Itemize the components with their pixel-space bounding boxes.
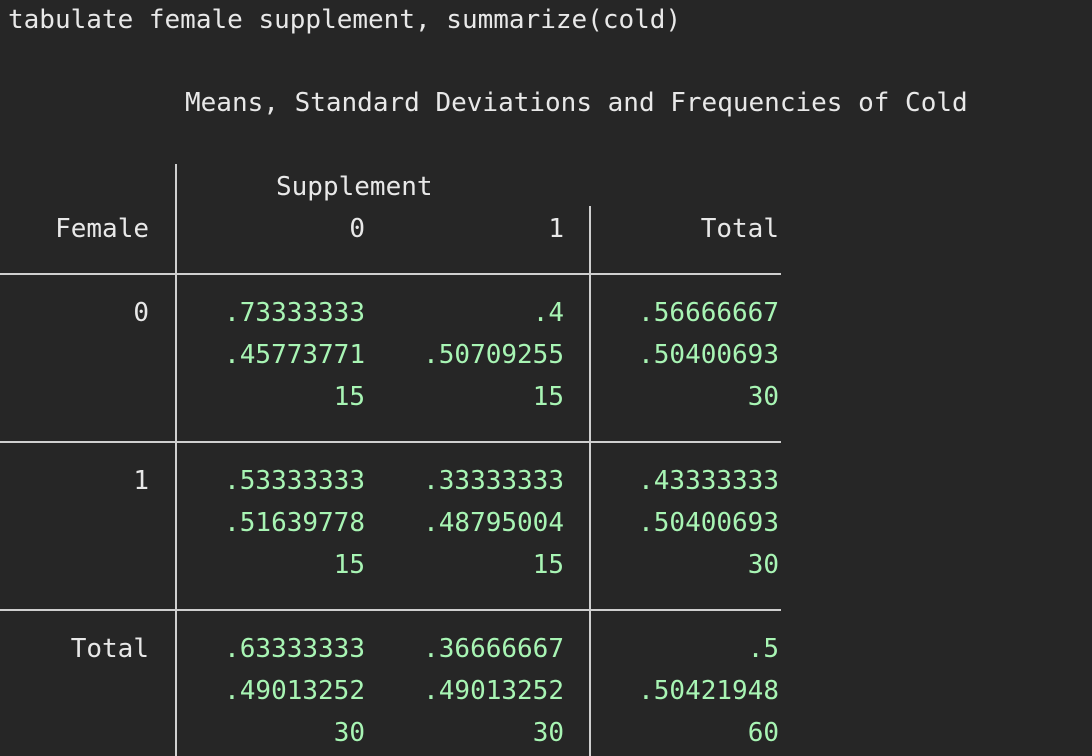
column-header-1: 1: [548, 214, 564, 244]
sd-cell: .50421948: [638, 676, 779, 706]
mean-cell: .5: [747, 634, 779, 664]
mean-cell: .36666667: [423, 634, 564, 664]
sd-cell: .51639778: [224, 508, 365, 538]
sd-cell: .45773771: [224, 340, 365, 370]
sd-cell: .49013252: [224, 676, 365, 706]
sd-cell: .50400693: [638, 340, 779, 370]
mean-cell: .4: [532, 298, 564, 328]
mean-cell: .56666667: [638, 298, 779, 328]
frequency-cell: 30: [747, 382, 779, 412]
row-variable-label: Female: [55, 214, 149, 244]
mean-cell: .33333333: [423, 466, 564, 496]
row-rule: [0, 441, 781, 443]
row-label: 1: [133, 466, 149, 496]
frequency-cell: 15: [333, 550, 365, 580]
sd-cell: .49013252: [423, 676, 564, 706]
header-rule: [0, 273, 781, 275]
row-label: 0: [133, 298, 149, 328]
frequency-cell: 30: [747, 550, 779, 580]
mean-cell: .43333333: [638, 466, 779, 496]
sd-cell: .50400693: [638, 508, 779, 538]
row-rule: [0, 609, 781, 611]
mean-cell: .63333333: [224, 634, 365, 664]
command-line: tabulate female supplement, summarize(co…: [8, 5, 682, 35]
frequency-cell: 15: [532, 550, 564, 580]
total-column-separator: [589, 206, 591, 756]
mean-cell: .53333333: [224, 466, 365, 496]
frequency-cell: 30: [333, 718, 365, 748]
frequency-cell: 15: [333, 382, 365, 412]
column-header-total: Total: [700, 214, 779, 244]
column-variable-label: Supplement: [276, 172, 433, 202]
table-title: Means, Standard Deviations and Frequenci…: [185, 88, 968, 118]
mean-cell: .73333333: [224, 298, 365, 328]
sd-cell: .48795004: [423, 508, 564, 538]
frequency-cell: 15: [532, 382, 564, 412]
frequency-cell: 60: [747, 718, 779, 748]
sd-cell: .50709255: [423, 340, 564, 370]
row-label-separator: [175, 164, 177, 756]
frequency-cell: 30: [532, 718, 564, 748]
row-label-total: Total: [70, 634, 149, 664]
column-header-0: 0: [349, 214, 365, 244]
